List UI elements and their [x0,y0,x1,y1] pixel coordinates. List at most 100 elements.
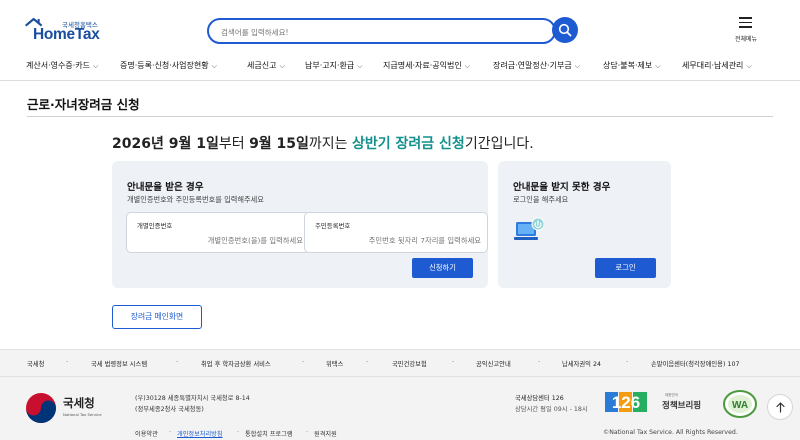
title-divider [27,116,773,117]
policy-title: 정책브리핑 [662,401,702,411]
all-menu-button[interactable]: 전체메뉴 [730,17,762,47]
end-date: 9월 15일 [249,136,309,152]
logo-126-text: 126 [612,393,640,412]
nav-label: 장려금·연말정산·기부금 [493,61,572,70]
nav-item-invoice[interactable]: 계산서·영수증·카드 ⌵ [26,60,98,71]
card-description: 로그인을 해주세요 [513,195,569,204]
period-notice: 2026년 9월 1일부터 9월 15일까지는 상반기 장려금 신청기간입니다. [112,133,534,153]
nav-label: 상담·불복·제보 [603,61,653,70]
separator: · [66,358,69,366]
nav-item-certificate[interactable]: 증명·등록·신청·사업장현황 ⌵ [120,60,217,71]
call-center: 국세상담센터 126 상담시간 평일 09시 - 18시 [515,393,588,415]
nav-label: 납부·고지·환급 [305,61,355,70]
taeguk-emblem-icon [26,393,56,423]
chevron-down-icon: ⌵ [357,62,363,70]
nav-label: 계산서·영수증·카드 [26,61,90,70]
search-button[interactable] [552,17,578,43]
nav-item-tax-report[interactable]: 세금신고 ⌵ [247,60,285,71]
address-line: (우)30128 세종특별자치시 국세청로 8-14 [135,395,250,402]
org-name-en: National Tax Service [63,412,102,417]
notice-received-card: 안내문을 받은 경우 개별인증번호와 주민등록번호를 입력해주세요 개별인증번호… [112,161,488,288]
header: 국세청홈택스 HomeTax 전체메뉴 [0,0,800,52]
nav-label: 세무대리·납세관리 [682,61,744,70]
separator: · [366,358,369,366]
footer-link[interactable]: 국세 법령정보 시스템 [91,359,147,368]
nav-item-statements[interactable]: 지급명세·자료·공익법인 ⌵ [383,60,470,71]
incentive-main-button[interactable]: 장려금 메인화면 [112,305,202,329]
nav-item-incentive[interactable]: 장려금·연말정산·기부금 ⌵ [493,60,580,71]
notice-text: 까지는 [308,136,353,152]
remote-support-link[interactable]: 원격지원 [314,429,337,438]
policy-briefing-logo[interactable]: 대한민국 정책브리핑 [660,391,712,415]
nav-label: 세금신고 [247,61,277,70]
chevron-down-icon: ⌵ [92,62,99,70]
nav-divider [0,80,800,81]
login-button[interactable]: 로그인 [595,258,656,278]
logo-126[interactable]: 126 [605,392,647,412]
notice-text: 기간입니다. [464,136,534,152]
field-label: 개별인증번호 [137,222,173,230]
logo-title: HomeTax [33,26,100,43]
chevron-down-icon: ⌵ [746,62,752,70]
center-hours: 상담시간 평일 09시 - 18시 [515,406,588,413]
org-name: 국세청 [63,396,95,410]
card-description: 개별인증번호와 주민등록번호를 입력해주세요 [127,195,264,204]
separator: · [302,358,305,366]
scroll-top-button[interactable] [767,394,793,420]
page-title: 근로·자녀장려금 신청 [27,97,140,112]
search-input[interactable] [221,24,541,40]
copyright: ©National Tax Service. All Rights Reserv… [603,429,738,436]
nav-label: 지급명세·자료·공익법인 [383,61,462,70]
chevron-down-icon: ⌵ [464,62,470,70]
nav-item-payment[interactable]: 납부·고지·환급 ⌵ [305,60,363,71]
period-highlight: 상반기 장려금 신청 [352,136,465,152]
search-box [207,18,556,44]
start-date: 2026년 9월 1일 [112,136,219,152]
wa-mark-text: WA [732,400,748,411]
footer-divider [0,376,800,377]
address-line: (정부세종2청사 국세청동) [135,406,204,413]
footer-link[interactable]: 취업 후 학자금상환 서비스 [201,359,271,368]
footer-link[interactable]: 공익신고안내 [476,359,511,368]
field-label: 주민등록번호 [315,222,351,230]
separator: · [538,358,541,366]
footer-link[interactable]: 국세청 [27,359,44,368]
separator: · [176,358,179,366]
rrn-input[interactable] [313,233,481,247]
address: (우)30128 세종특별자치시 국세청로 8-14 (정부세종2청사 국세청동… [135,393,250,415]
nav-item-consult[interactable]: 상담·불복·제보 ⌵ [603,60,661,71]
computer-login-icon [514,217,545,240]
web-accessibility-mark[interactable]: WA [722,389,758,419]
separator: · [169,429,171,436]
all-menu-label: 전체메뉴 [734,36,758,43]
card-title: 안내문을 받은 경우 [127,182,204,193]
separator: · [306,429,308,436]
separator: · [237,429,239,436]
notice-text: 부터 [218,136,250,152]
install-program-link[interactable]: 통합설치 프로그램 [245,429,293,438]
nav-item-tax-agent[interactable]: 세무대리·납세관리 ⌵ [682,60,752,71]
privacy-link[interactable]: 개인정보처리방침 [177,429,223,438]
nts-logo: 국세청 National Tax Service [25,392,115,423]
chevron-down-icon: ⌵ [279,62,285,70]
apply-button[interactable]: 신청하기 [412,258,473,278]
auth-number-input[interactable] [135,233,303,247]
chevron-down-icon: ⌵ [655,62,661,70]
footer-bottom: 이용약관 · 개인정보처리방침 · 통합설치 프로그램 · 원격지원 ©Nati… [0,429,800,439]
footer-link[interactable]: 손말이음센터(청각장애인용) 107 [651,359,739,368]
rrn-field: 주민등록번호 [304,212,488,253]
footer-link[interactable]: 납세자권익 24 [562,359,601,368]
arrow-up-icon [776,402,785,413]
footer-link[interactable]: 국민건강보험 [392,359,427,368]
chevron-down-icon: ⌵ [574,62,580,70]
terms-link[interactable]: 이용약관 [135,429,158,438]
center-name: 국세상담센터 126 [515,395,564,402]
footer-link[interactable]: 위택스 [326,359,343,368]
separator: · [452,358,455,366]
hometax-logo[interactable]: 국세청홈택스 HomeTax [25,16,105,44]
separator: · [626,358,629,366]
chevron-down-icon: ⌵ [211,62,217,70]
notice-not-received-card: 안내문을 받지 못한 경우 로그인을 해주세요 로그인 [498,161,671,288]
footer-links: 국세청 · 국세 법령정보 시스템 · 취업 후 학자금상환 서비스 · 위택스… [0,358,800,372]
nav-label: 증명·등록·신청·사업장현황 [120,61,209,70]
